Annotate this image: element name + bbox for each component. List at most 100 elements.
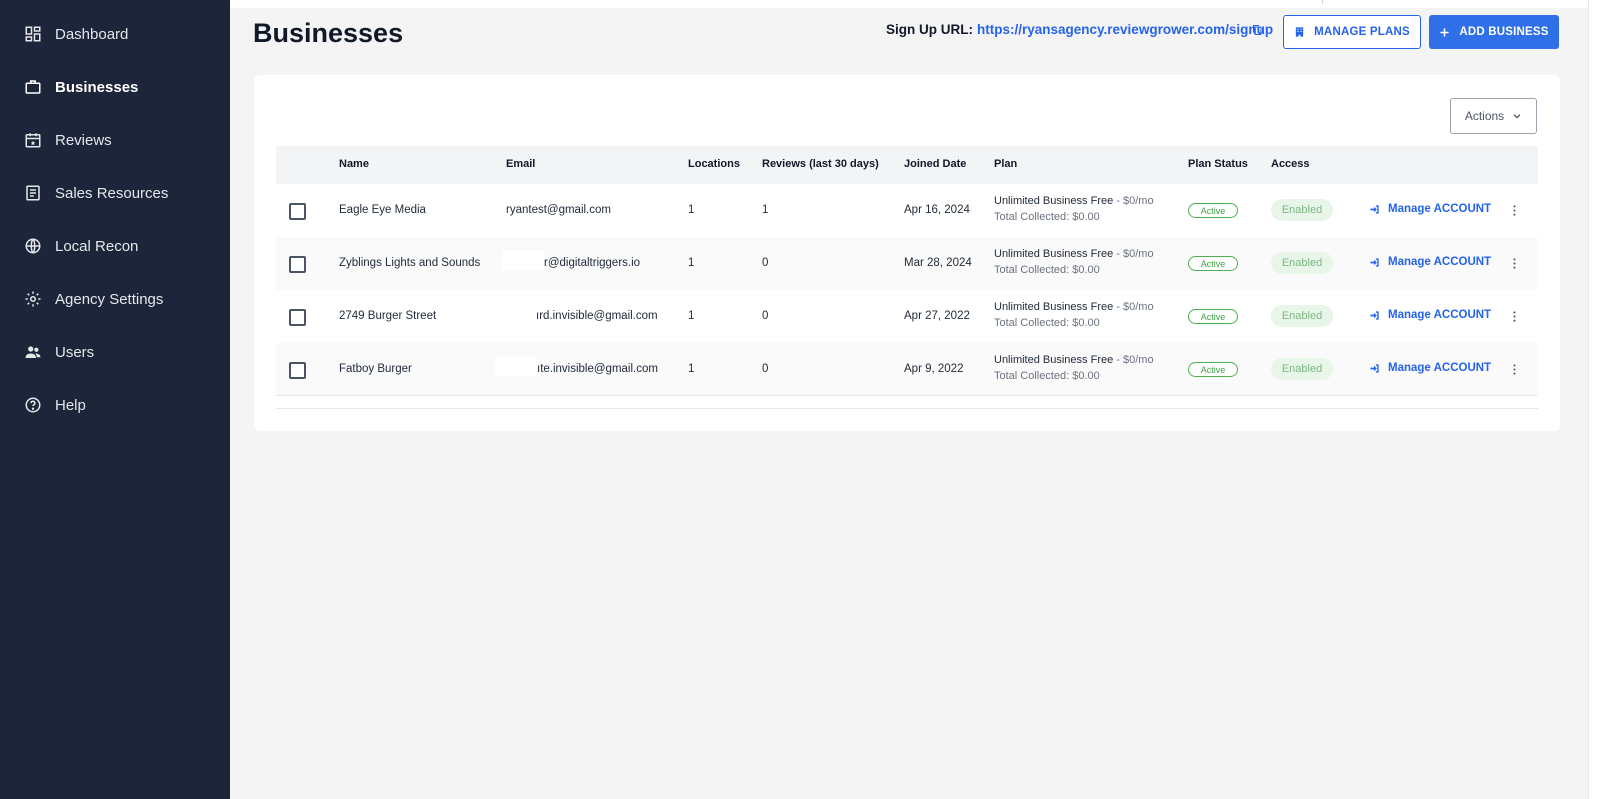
- briefcase-icon: [24, 78, 42, 96]
- sidebar-item-label: Dashboard: [55, 25, 129, 43]
- manage-account-link[interactable]: Manage ACCOUNT: [1369, 309, 1491, 321]
- calendar-star-icon: [24, 131, 42, 149]
- row-checkbox[interactable]: [289, 256, 306, 273]
- sidebar-item-help[interactable]: Help: [0, 385, 230, 425]
- table-divider: [276, 395, 1538, 396]
- redaction-mask: [502, 251, 544, 271]
- plan-status-badge: Active: [1188, 362, 1238, 377]
- sign-in-icon: [1369, 257, 1381, 268]
- column-header-access[interactable]: Access: [1271, 158, 1310, 170]
- plan-total-collected: Total Collected: $0.00: [994, 211, 1100, 223]
- manage-plans-button[interactable]: MANAGE PLANS: [1283, 15, 1421, 49]
- business-name: 2749 Burger Street: [339, 310, 437, 322]
- access-badge: Enabled: [1271, 199, 1333, 221]
- plan-price: - $0/mo: [1113, 195, 1154, 207]
- sidebar-item-sales-resources[interactable]: Sales Resources: [0, 173, 230, 213]
- plan-info: Unlimited Business Free - $0/mo Total Co…: [994, 195, 1154, 223]
- business-email: ıte.invisible@gmail.com: [537, 363, 658, 375]
- more-options-icon[interactable]: [1508, 256, 1520, 270]
- business-joined-date: Apr 16, 2024: [904, 204, 970, 216]
- sidebar-item-label: Users: [55, 343, 95, 361]
- manage-account-link[interactable]: Manage ACCOUNT: [1369, 256, 1491, 268]
- plan-name: Unlimited Business Free: [994, 248, 1114, 260]
- business-locations: 1: [688, 257, 695, 269]
- business-locations: 1: [688, 363, 695, 375]
- page-title: Businesses: [253, 18, 404, 48]
- signup-url-link[interactable]: https://ryansagency.reviewgrower.com/sig…: [977, 22, 1273, 37]
- access-badge: Enabled: [1271, 252, 1333, 274]
- business-reviews: 1: [762, 204, 769, 216]
- sidebar-item-agency-settings[interactable]: Agency Settings: [0, 279, 230, 319]
- plan-info: Unlimited Business Free - $0/mo Total Co…: [994, 354, 1154, 382]
- more-options-icon[interactable]: [1508, 362, 1520, 376]
- sidebar-item-dashboard[interactable]: Dashboard: [0, 14, 230, 54]
- plan-status-badge: Active: [1188, 256, 1238, 271]
- business-name: Zyblings Lights and Sounds: [339, 257, 481, 269]
- plan-price: - $0/mo: [1113, 248, 1154, 260]
- sign-in-icon: [1369, 204, 1381, 215]
- business-email: r@digitaltriggers.io: [544, 257, 641, 269]
- users-icon: [24, 343, 42, 361]
- business-reviews: 0: [762, 257, 769, 269]
- plan-price: - $0/mo: [1113, 354, 1154, 366]
- sidebar-item-local-recon[interactable]: Local Recon: [0, 226, 230, 266]
- manage-account-link[interactable]: Manage ACCOUNT: [1369, 203, 1491, 215]
- add-business-button[interactable]: ADD BUSINESS: [1429, 15, 1559, 49]
- access-badge: Enabled: [1271, 305, 1333, 327]
- sidebar-item-label: Help: [55, 396, 86, 414]
- business-joined-date: Apr 27, 2022: [904, 310, 970, 322]
- column-header-locations[interactable]: Locations: [688, 158, 740, 170]
- row-checkbox[interactable]: [289, 362, 306, 379]
- business-joined-date: Apr 9, 2022: [904, 363, 964, 375]
- business-locations: 1: [688, 204, 695, 216]
- sidebar-item-label: Local Recon: [55, 237, 139, 255]
- sidebar-item-label: Agency Settings: [55, 290, 164, 308]
- plan-info: Unlimited Business Free - $0/mo Total Co…: [994, 248, 1154, 276]
- actions-label: Actions: [1464, 109, 1505, 123]
- sidebar-item-label: Businesses: [55, 78, 139, 96]
- sidebar-item-users[interactable]: Users: [0, 332, 230, 372]
- manage-account-label: Manage ACCOUNT: [1388, 309, 1492, 321]
- signup-url-label: Sign Up URL:: [886, 22, 973, 37]
- business-reviews: 0: [762, 363, 769, 375]
- row-checkbox[interactable]: [289, 203, 306, 220]
- column-header-email[interactable]: Email: [506, 158, 535, 170]
- more-options-icon[interactable]: [1508, 203, 1520, 217]
- plan-name: Unlimited Business Free: [994, 195, 1114, 207]
- plan-info: Unlimited Business Free - $0/mo Total Co…: [994, 301, 1154, 329]
- column-header-plan-status[interactable]: Plan Status: [1188, 158, 1248, 170]
- copy-icon[interactable]: [1249, 21, 1265, 39]
- business-joined-date: Mar 28, 2024: [904, 257, 972, 269]
- business-name: Eagle Eye Media: [339, 204, 426, 216]
- chevron-down-icon: [1513, 114, 1521, 119]
- column-header-plan[interactable]: Plan: [994, 158, 1017, 170]
- plan-status-badge: Active: [1188, 309, 1238, 324]
- access-badge: Enabled: [1271, 358, 1333, 380]
- business-locations: 1: [688, 310, 695, 322]
- business-email: ryantest@gmail.com: [506, 204, 611, 216]
- column-header-name[interactable]: Name: [339, 158, 369, 170]
- actions-dropdown[interactable]: Actions: [1450, 98, 1537, 134]
- plan-name: Unlimited Business Free: [994, 354, 1114, 366]
- redaction-mask: [495, 356, 537, 376]
- manage-account-label: Manage ACCOUNT: [1388, 256, 1492, 268]
- sidebar-item-label: Reviews: [55, 131, 112, 149]
- more-options-icon[interactable]: [1508, 309, 1520, 323]
- plan-total-collected: Total Collected: $0.00: [994, 264, 1100, 276]
- top-bar: [230, 0, 1600, 8]
- help-circle-icon: [24, 396, 42, 414]
- signup-url-section: Sign Up URL: https://ryansagency.reviewg…: [886, 22, 1273, 37]
- column-header-joined-date[interactable]: Joined Date: [904, 158, 966, 170]
- column-header-reviews[interactable]: Reviews (last 30 days): [762, 158, 879, 170]
- business-name: Fatboy Burger: [339, 363, 412, 375]
- table-footer: [276, 408, 1538, 409]
- right-edge: [1588, 0, 1600, 799]
- globe-icon: [24, 237, 42, 255]
- plan-status-badge: Active: [1188, 203, 1238, 218]
- manage-account-link[interactable]: Manage ACCOUNT: [1369, 362, 1491, 374]
- sidebar-item-businesses[interactable]: Businesses: [0, 67, 230, 107]
- sidebar-item-reviews[interactable]: Reviews: [0, 120, 230, 160]
- row-checkbox[interactable]: [289, 309, 306, 326]
- plan-total-collected: Total Collected: $0.00: [994, 317, 1100, 329]
- manage-account-label: Manage ACCOUNT: [1388, 362, 1492, 374]
